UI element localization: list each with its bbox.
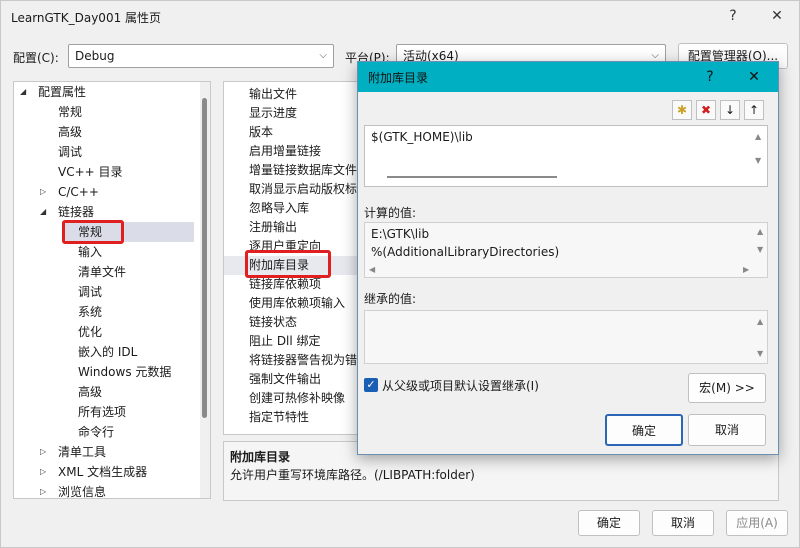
dialog-titlebar: 附加库目录 ? ✕ (358, 62, 778, 92)
prop-row[interactable]: 输出文件 (224, 85, 362, 104)
inherit-checkbox-label[interactable]: 从父级或项目默认设置继承(I) (382, 377, 539, 394)
inherited-label: 继承的值: (364, 292, 417, 306)
tree-item-label: 清单工具 (58, 445, 107, 459)
computed-line: %(AdditionalLibraryDirectories) (371, 245, 560, 259)
window-title: LearnGTK_Day001 属性页 (11, 11, 162, 25)
tree-item-advanced[interactable]: 高级 (58, 122, 82, 142)
highlight-box-tree (62, 220, 124, 244)
tree-item-xml-doc-generator[interactable]: ▷ XML 文档生成器 (40, 462, 147, 482)
prop-row[interactable]: 指定节特性 (224, 408, 362, 427)
tree-item-config-properties[interactable]: ◢ 配置属性 (20, 82, 86, 102)
description-text: 允许用户重写环境库路径。(/LIBPATH:folder) (230, 468, 475, 482)
entry-line[interactable]: $(GTK_HOME)\lib (371, 130, 473, 144)
prop-row[interactable]: 忽略导入库 (224, 199, 362, 218)
entry-hscroll-thumb[interactable] (387, 176, 557, 178)
expand-icon[interactable]: ▷ (40, 442, 50, 462)
property-pages-window: LearnGTK_Day001 属性页 ? ✕ 配置(C): Debug ⌵ 平… (0, 0, 800, 548)
additional-lib-dirs-dialog: 附加库目录 ? ✕ ✱ ✖ ↓ ↑ $(GTK_HOME)\lib ▲ ▼ 计算… (357, 61, 779, 455)
computed-label: 计算的值: (364, 206, 417, 220)
ok-button[interactable]: 确定 (578, 510, 640, 536)
dialog-title: 附加库目录 (368, 71, 429, 85)
tree-item-label: 配置属性 (38, 85, 87, 99)
tree-item-all-options[interactable]: 所有选项 (78, 402, 126, 422)
tree-item-manifest-tool[interactable]: ▷ 清单工具 (40, 442, 106, 462)
description-title: 附加库目录 (230, 450, 291, 464)
tree-item-vc-directories[interactable]: VC++ 目录 (58, 162, 123, 182)
config-label: 配置(C): (13, 51, 59, 65)
prop-row[interactable]: 注册输出 (224, 218, 362, 237)
tree-item-input[interactable]: 输入 (78, 242, 102, 262)
config-value: Debug (75, 49, 115, 63)
tree-item-label: C/C++ (58, 185, 99, 199)
computed-line: E:\GTK\lib (371, 227, 430, 241)
scroll-down-icon[interactable]: ▼ (755, 156, 761, 165)
scroll-left-icon[interactable]: ◀ (369, 265, 375, 274)
tree-item-system[interactable]: 系统 (78, 302, 102, 322)
tree-item-label: 链接器 (58, 205, 95, 219)
scroll-up-icon[interactable]: ▲ (755, 132, 761, 141)
tree-item-browse-info[interactable]: ▷ 浏览信息 (40, 482, 107, 499)
expand-icon[interactable]: ▷ (40, 462, 50, 482)
help-button[interactable]: ? (721, 5, 745, 27)
tree-item-linker-advanced[interactable]: 高级 (78, 382, 102, 402)
scroll-right-icon[interactable]: ▶ (743, 265, 749, 274)
expand-icon[interactable]: ◢ (20, 82, 30, 102)
highlight-box-property (245, 250, 331, 278)
scroll-up-icon[interactable]: ▲ (757, 317, 763, 326)
dialog-help-button[interactable]: ? (698, 66, 722, 88)
expand-icon[interactable]: ▷ (40, 182, 50, 202)
tree-item-linker[interactable]: ◢ 链接器 (40, 202, 94, 222)
expand-icon[interactable]: ▷ (40, 482, 50, 498)
tree-item-command-line[interactable]: 命令行 (78, 422, 114, 442)
prop-row[interactable]: 取消显示启动版权标 (224, 180, 362, 199)
chevron-down-icon: ⌵ (319, 50, 327, 61)
delete-icon[interactable]: ✖ (696, 100, 716, 120)
macros-button[interactable]: 宏(M) >> (688, 373, 766, 403)
prop-row[interactable]: 显示进度 (224, 104, 362, 123)
inherit-checkbox[interactable]: ✓ (364, 378, 378, 392)
dialog-ok-button[interactable]: 确定 (605, 414, 683, 446)
config-combo[interactable]: Debug ⌵ (68, 44, 334, 68)
tree-item-embedded-idl[interactable]: 嵌入的 IDL (78, 342, 137, 362)
tree-scrollbar[interactable] (200, 82, 210, 498)
prop-row[interactable]: 版本 (224, 123, 362, 142)
inherited-values-box: ▲ ▼ (364, 310, 768, 364)
entry-list[interactable]: $(GTK_HOME)\lib ▲ ▼ (364, 125, 768, 187)
collapse-icon[interactable]: ◢ (40, 202, 50, 222)
tree-item-linker-debugging[interactable]: 调试 (78, 282, 102, 302)
tree-item-windows-metadata[interactable]: Windows 元数据 (78, 362, 171, 382)
prop-row[interactable]: 增量链接数据库文件 (224, 161, 362, 180)
tree-item-debugging[interactable]: 调试 (58, 142, 82, 162)
tree-item-label: 浏览信息 (58, 485, 107, 499)
tree-scrollbar-thumb[interactable] (202, 98, 207, 418)
prop-row[interactable]: 使用库依赖项输入 (224, 294, 362, 313)
prop-row[interactable]: 强制文件输出 (224, 370, 362, 389)
cancel-button[interactable]: 取消 (652, 510, 714, 536)
move-up-icon[interactable]: ↑ (744, 100, 764, 120)
move-down-icon[interactable]: ↓ (720, 100, 740, 120)
prop-row[interactable]: 将链接器警告视为错 (224, 351, 362, 370)
computed-values-box: E:\GTK\lib %(AdditionalLibraryDirectorie… (364, 222, 768, 278)
tree-item-cpp[interactable]: ▷ C/C++ (40, 182, 99, 202)
tree-item-label: XML 文档生成器 (58, 465, 148, 479)
prop-row[interactable]: 启用增量链接 (224, 142, 362, 161)
dialog-cancel-button[interactable]: 取消 (688, 414, 766, 446)
prop-row[interactable]: 创建可热修补映像 (224, 389, 362, 408)
scroll-down-icon[interactable]: ▼ (757, 245, 763, 254)
tree-item-manifest-file[interactable]: 清单文件 (78, 262, 126, 282)
close-button[interactable]: ✕ (765, 5, 789, 27)
config-tree: ◢ 配置属性 常规 高级 调试 VC++ 目录 ▷ C/C++ ◢ 链接器 常规… (13, 81, 211, 499)
apply-button[interactable]: 应用(A) (726, 510, 788, 536)
new-line-icon[interactable]: ✱ (672, 100, 692, 120)
tree-item-optimization[interactable]: 优化 (78, 322, 102, 342)
prop-row[interactable]: 链接状态 (224, 313, 362, 332)
tree-item-general[interactable]: 常规 (58, 102, 82, 122)
scroll-up-icon[interactable]: ▲ (757, 227, 763, 236)
dialog-close-button[interactable]: ✕ (742, 66, 766, 88)
prop-row[interactable]: 阻止 Dll 绑定 (224, 332, 362, 351)
scroll-down-icon[interactable]: ▼ (757, 349, 763, 358)
